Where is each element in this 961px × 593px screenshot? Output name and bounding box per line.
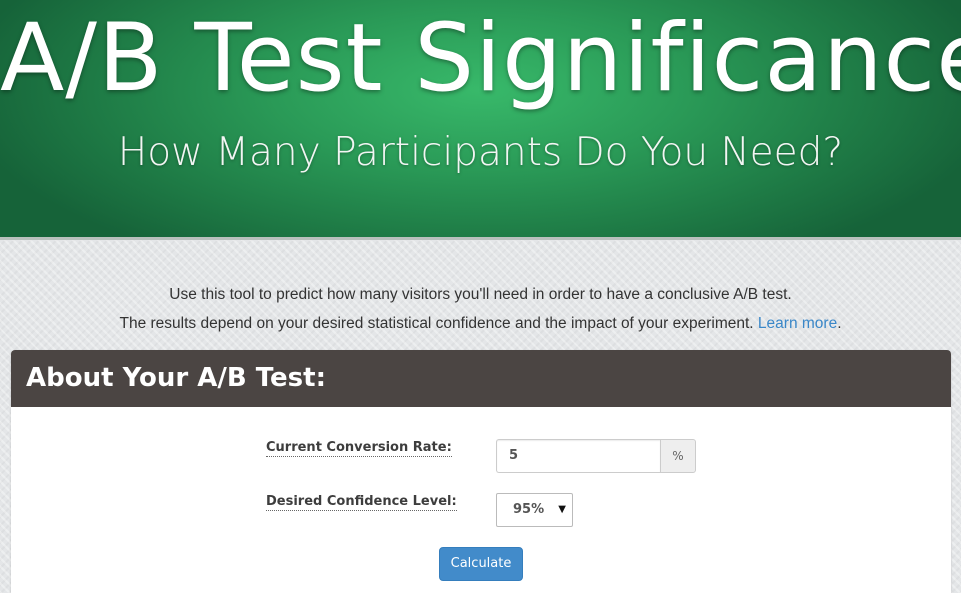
panel-heading: About Your A/B Test: xyxy=(11,350,951,407)
conversion-rate-input[interactable]: 5 xyxy=(496,439,660,473)
calculate-button[interactable]: Calculate xyxy=(439,547,523,581)
intro-text: Use this tool to predict how many visito… xyxy=(0,280,961,338)
intro-line-1: Use this tool to predict how many visito… xyxy=(169,286,792,303)
confidence-level-select[interactable]: 95% ▼ xyxy=(496,493,573,527)
ab-test-panel: About Your A/B Test: Current Conversion … xyxy=(11,350,951,593)
chevron-down-icon: ▼ xyxy=(558,504,566,515)
confidence-level-label: Desired Confidence Level: xyxy=(266,494,457,511)
confidence-level-value: 95% xyxy=(513,502,545,517)
hero-banner: A/B Test Significance How Many Participa… xyxy=(0,0,961,240)
page-title: A/B Test Significance xyxy=(0,4,961,113)
intro-line-2-text: The results depend on your desired stati… xyxy=(119,315,758,332)
page-subtitle: How Many Participants Do You Need? xyxy=(117,130,844,175)
percent-addon: % xyxy=(660,439,696,473)
conversion-rate-label: Current Conversion Rate: xyxy=(266,440,452,457)
intro-line-2-end: . xyxy=(837,315,842,332)
intro-line-2: The results depend on your desired stati… xyxy=(0,309,961,338)
conversion-rate-group: 5 % xyxy=(496,439,696,473)
learn-more-link[interactable]: Learn more xyxy=(758,315,837,332)
